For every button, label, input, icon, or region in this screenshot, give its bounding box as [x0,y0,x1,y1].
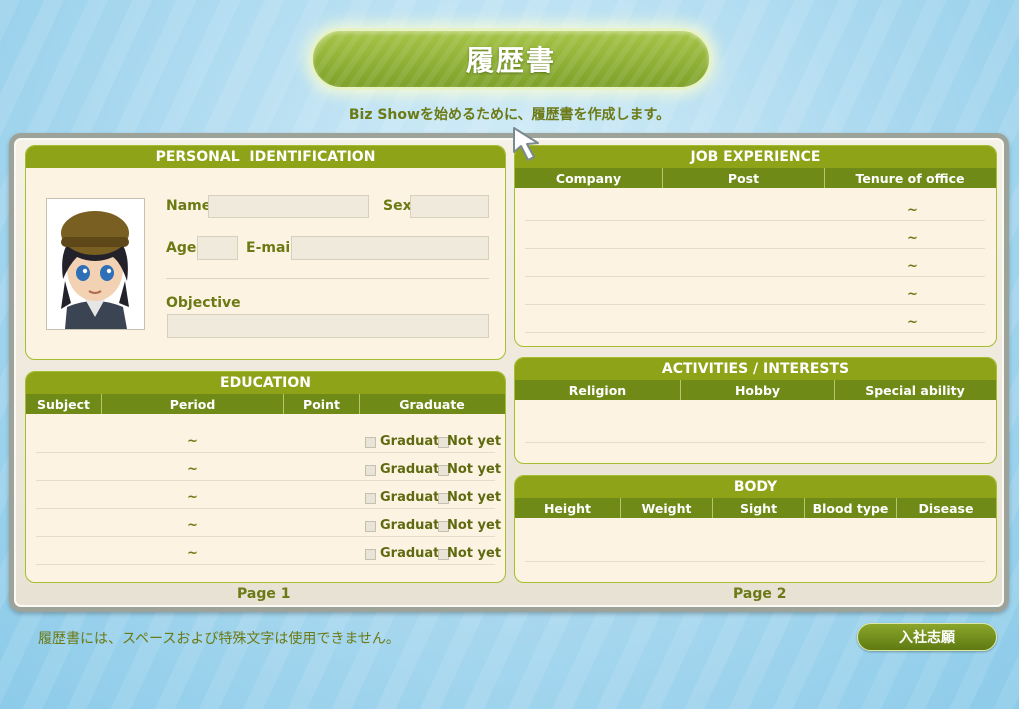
not-yet-label: Not yet [447,434,502,449]
footer-note: 履歴書には、スペースおよび特殊文字は使用できません。 [38,631,400,647]
education-row-line [36,480,495,481]
tenure-separator: ~ [907,231,918,246]
col-hobby: Hobby [681,380,835,400]
education-period-separator: ~ [187,490,198,505]
body-column-headers: Height Weight Sight Blood type Disease [515,498,996,518]
job-row-line [525,248,985,249]
not-yet-label: Not yet [447,490,502,505]
sex-label: Sex [383,198,412,214]
education-column-headers: Subject Period Point Graduate [26,394,505,414]
education-row-line [36,564,495,565]
job-row-line [525,276,985,277]
page-2-label: Page 2 [733,586,787,602]
avatar-icon [47,199,144,329]
education-row-line [36,536,495,537]
col-religion: Religion [515,380,681,400]
graduate-checkbox[interactable] [365,465,376,476]
col-disease: Disease [918,500,974,516]
education-header: EDUCATION [26,372,505,394]
apply-button[interactable]: 入社志願 [857,623,997,651]
body-header: BODY [515,476,996,498]
col-period: Period [102,394,284,414]
graduate-checkbox[interactable] [365,549,376,560]
email-label: E-mail [246,240,296,256]
graduate-checkbox[interactable] [365,437,376,448]
body-section: BODY Height Weight Sight Blood type Dise… [514,475,997,583]
education-period-separator: ~ [187,462,198,477]
education-period-separator: ~ [187,546,198,561]
graduate-checkbox[interactable] [365,493,376,504]
email-field[interactable] [291,236,489,260]
tenure-separator: ~ [907,259,918,274]
page-title: 履歴書 [465,44,556,77]
sex-field[interactable] [410,195,489,218]
not-yet-label: Not yet [447,546,502,561]
col-subject: Subject [26,394,102,414]
activities-section: ACTIVITIES / INTERESTS Religion Hobby Sp… [514,357,997,464]
name-label: Name [166,198,212,214]
tenure-separator: ~ [907,203,918,218]
education-row-line [36,452,495,453]
col-tenure: Tenure of office [855,170,965,186]
tenure-separator: ~ [907,315,918,330]
col-height: Height [515,498,621,518]
job-column-headers: Company Post Tenure of office [515,168,996,188]
activities-row-line [525,442,985,443]
objective-label: Objective [166,295,241,311]
page-1-label: Page 1 [237,586,291,602]
body-row-line [525,561,985,562]
job-row-line [525,220,985,221]
age-label: Age [166,240,197,256]
col-sight: Sight [713,498,805,518]
education-period-separator: ~ [187,518,198,533]
personal-divider [166,278,489,279]
education-period-separator: ~ [187,434,198,449]
education-row-line [36,508,495,509]
name-field[interactable] [208,195,369,218]
col-blood-type: Blood type [805,498,897,518]
col-weight: Weight [621,498,713,518]
col-graduate: Graduate [399,396,465,412]
personal-identification-header: PERSONAL IDENTIFICATION [26,146,505,168]
col-company: Company [515,168,663,188]
job-row-line [525,304,985,305]
graduate-checkbox[interactable] [365,521,376,532]
age-field[interactable] [197,236,238,260]
col-special-ability: Special ability [865,382,965,398]
subtitle: Biz Showを始めるために、履歴書を作成します。 [348,107,671,123]
cursor-icon [513,127,539,161]
not-yet-label: Not yet [447,462,502,477]
col-point: Point [284,394,360,414]
objective-field[interactable] [167,314,489,338]
col-post: Post [663,168,825,188]
tenure-separator: ~ [907,287,918,302]
avatar-photo [46,198,145,330]
job-row-line [525,332,985,333]
job-experience-header: JOB EXPERIENCE [515,146,996,168]
title-banner: 履歴書 [310,28,712,90]
not-yet-label: Not yet [447,518,502,533]
activities-column-headers: Religion Hobby Special ability [515,380,996,400]
job-experience-section: JOB EXPERIENCE Company Post Tenure of of… [514,145,997,347]
activities-header: ACTIVITIES / INTERESTS [515,358,996,380]
